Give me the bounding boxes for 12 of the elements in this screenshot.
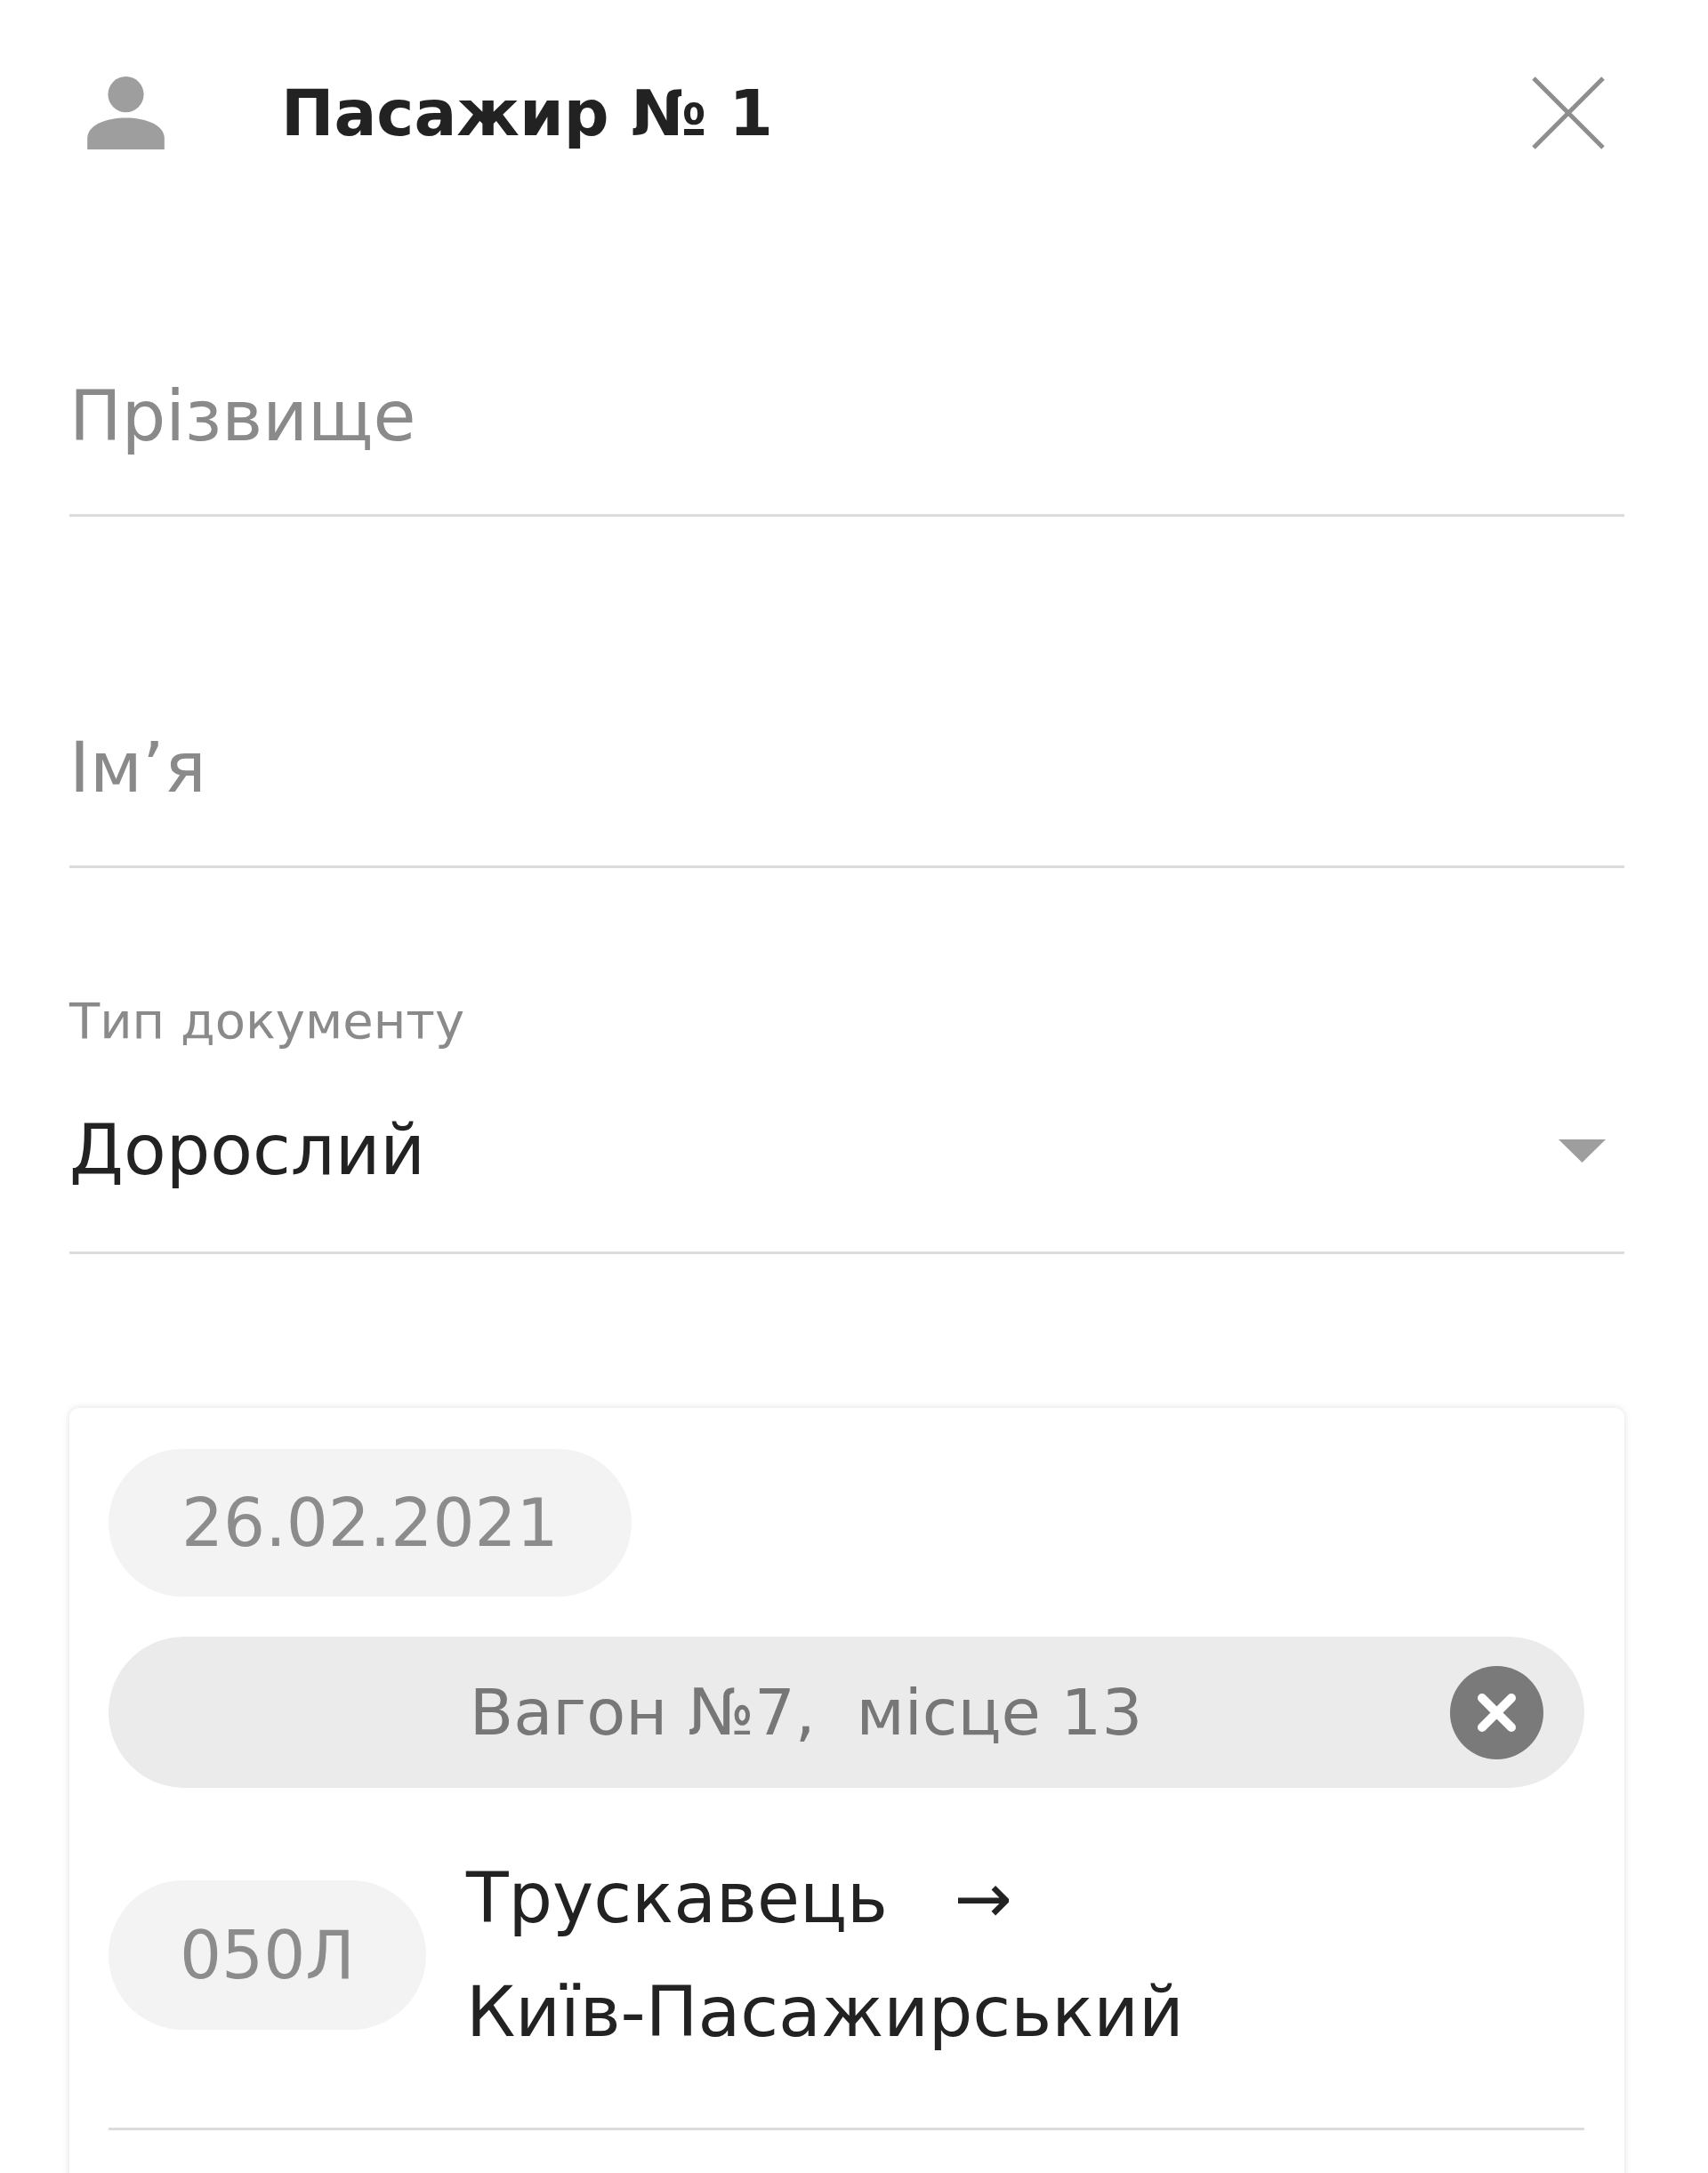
train-number-tag: 050Л: [109, 1880, 426, 2030]
seat-text: Вагон №7, місце 13: [468, 1675, 1144, 1750]
route-text: Трускавець → Київ-Пасажирський: [465, 1857, 1184, 2054]
date-tag: 26.02.2021: [109, 1449, 632, 1597]
caret-icon: [1559, 1139, 1606, 1163]
text-field[interactable]: Прізвище: [69, 350, 1624, 517]
close-icon[interactable]: [1531, 76, 1606, 150]
text-field[interactable]: Ім’я: [69, 702, 1624, 868]
passenger-title: Пасажир № 1: [281, 76, 773, 150]
clear-icon[interactable]: [1450, 1665, 1543, 1759]
person-icon: [87, 76, 165, 149]
dropdown-field[interactable]: Тип документу Дорослий: [69, 991, 1624, 1254]
